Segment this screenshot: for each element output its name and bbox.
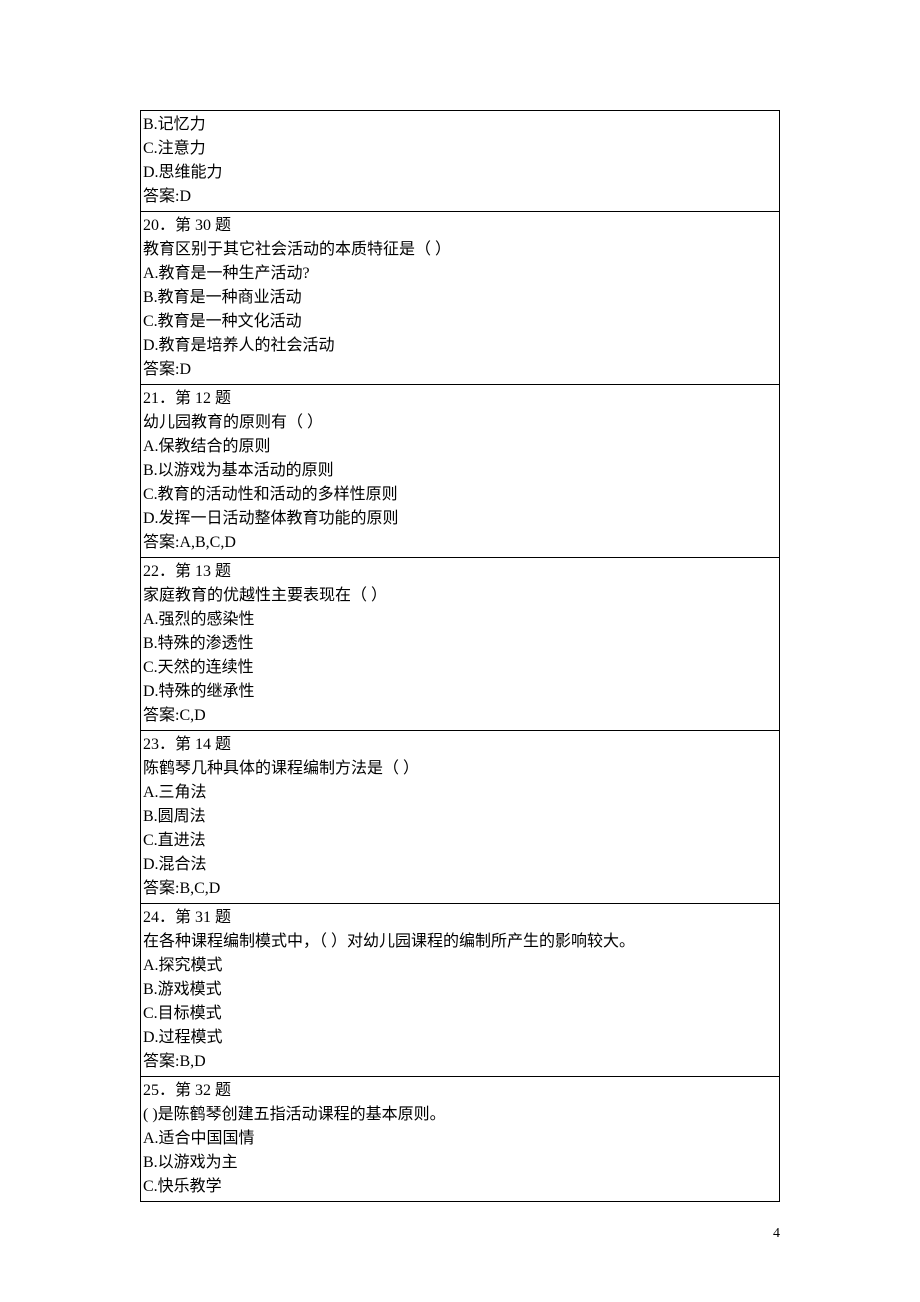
question-table: B.记忆力C.注意力D.思维能力答案:D20．第 30 题教育区别于其它社会活动…	[140, 110, 780, 1202]
table-row: 25．第 32 题( )是陈鹤琴创建五指活动课程的基本原则。A.适合中国国情B.…	[141, 1077, 780, 1202]
text-line: A.三角法	[143, 781, 777, 805]
table-row: B.记忆力C.注意力D.思维能力答案:D	[141, 111, 780, 212]
text-line: 23．第 14 题	[143, 733, 777, 757]
text-line: B.以游戏为主	[143, 1151, 777, 1175]
text-line: 25．第 32 题	[143, 1079, 777, 1103]
table-row: 20．第 30 题教育区别于其它社会活动的本质特征是（ ）A.教育是一种生产活动…	[141, 212, 780, 385]
text-line: C.快乐教学	[143, 1175, 777, 1199]
text-line: A.强烈的感染性	[143, 608, 777, 632]
text-line: 答案:C,D	[143, 704, 777, 728]
text-line: B.教育是一种商业活动	[143, 286, 777, 310]
text-line: A.保教结合的原则	[143, 435, 777, 459]
text-line: 幼儿园教育的原则有（ ）	[143, 411, 777, 435]
text-line: 22．第 13 题	[143, 560, 777, 584]
text-line: 陈鹤琴几种具体的课程编制方法是（ ）	[143, 757, 777, 781]
table-row: 24．第 31 题在各种课程编制模式中，（ ）对幼儿园课程的编制所产生的影响较大…	[141, 904, 780, 1077]
text-line: B.记忆力	[143, 113, 777, 137]
text-line: D.教育是培养人的社会活动	[143, 334, 777, 358]
text-line: A.教育是一种生产活动?	[143, 262, 777, 286]
text-line: D.特殊的继承性	[143, 680, 777, 704]
text-line: ( )是陈鹤琴创建五指活动课程的基本原则。	[143, 1103, 777, 1127]
question-cell: 20．第 30 题教育区别于其它社会活动的本质特征是（ ）A.教育是一种生产活动…	[141, 212, 780, 385]
text-line: B.以游戏为基本活动的原则	[143, 459, 777, 483]
text-line: C.教育的活动性和活动的多样性原则	[143, 483, 777, 507]
question-cell: 22．第 13 题家庭教育的优越性主要表现在（ ）A.强烈的感染性B.特殊的渗透…	[141, 558, 780, 731]
text-line: D.思维能力	[143, 161, 777, 185]
text-line: 答案:D	[143, 185, 777, 209]
text-line: A.探究模式	[143, 954, 777, 978]
text-line: C.直进法	[143, 829, 777, 853]
text-line: B.游戏模式	[143, 978, 777, 1002]
text-line: 答案:D	[143, 358, 777, 382]
table-row: 21．第 12 题幼儿园教育的原则有（ ）A.保教结合的原则B.以游戏为基本活动…	[141, 385, 780, 558]
question-cell: 24．第 31 题在各种课程编制模式中，（ ）对幼儿园课程的编制所产生的影响较大…	[141, 904, 780, 1077]
text-line: C.注意力	[143, 137, 777, 161]
text-line: C.天然的连续性	[143, 656, 777, 680]
text-line: B.圆周法	[143, 805, 777, 829]
text-line: 家庭教育的优越性主要表现在（ ）	[143, 584, 777, 608]
text-line: C.目标模式	[143, 1002, 777, 1026]
text-line: D.发挥一日活动整体教育功能的原则	[143, 507, 777, 531]
text-line: A.适合中国国情	[143, 1127, 777, 1151]
question-cell: B.记忆力C.注意力D.思维能力答案:D	[141, 111, 780, 212]
table-row: 22．第 13 题家庭教育的优越性主要表现在（ ）A.强烈的感染性B.特殊的渗透…	[141, 558, 780, 731]
page-number: 4	[773, 1226, 780, 1242]
text-line: 24．第 31 题	[143, 906, 777, 930]
text-line: 答案:A,B,C,D	[143, 531, 777, 555]
text-line: 在各种课程编制模式中，（ ）对幼儿园课程的编制所产生的影响较大。	[143, 930, 777, 954]
text-line: C.教育是一种文化活动	[143, 310, 777, 334]
text-line: 答案:B,C,D	[143, 877, 777, 901]
text-line: 答案:B,D	[143, 1050, 777, 1074]
table-row: 23．第 14 题陈鹤琴几种具体的课程编制方法是（ ）A.三角法B.圆周法C.直…	[141, 731, 780, 904]
text-line: 20．第 30 题	[143, 214, 777, 238]
question-cell: 21．第 12 题幼儿园教育的原则有（ ）A.保教结合的原则B.以游戏为基本活动…	[141, 385, 780, 558]
text-line: B.特殊的渗透性	[143, 632, 777, 656]
text-line: D.混合法	[143, 853, 777, 877]
question-cell: 25．第 32 题( )是陈鹤琴创建五指活动课程的基本原则。A.适合中国国情B.…	[141, 1077, 780, 1202]
text-line: 21．第 12 题	[143, 387, 777, 411]
page: B.记忆力C.注意力D.思维能力答案:D20．第 30 题教育区别于其它社会活动…	[0, 0, 920, 1302]
text-line: D.过程模式	[143, 1026, 777, 1050]
text-line: 教育区别于其它社会活动的本质特征是（ ）	[143, 238, 777, 262]
question-cell: 23．第 14 题陈鹤琴几种具体的课程编制方法是（ ）A.三角法B.圆周法C.直…	[141, 731, 780, 904]
